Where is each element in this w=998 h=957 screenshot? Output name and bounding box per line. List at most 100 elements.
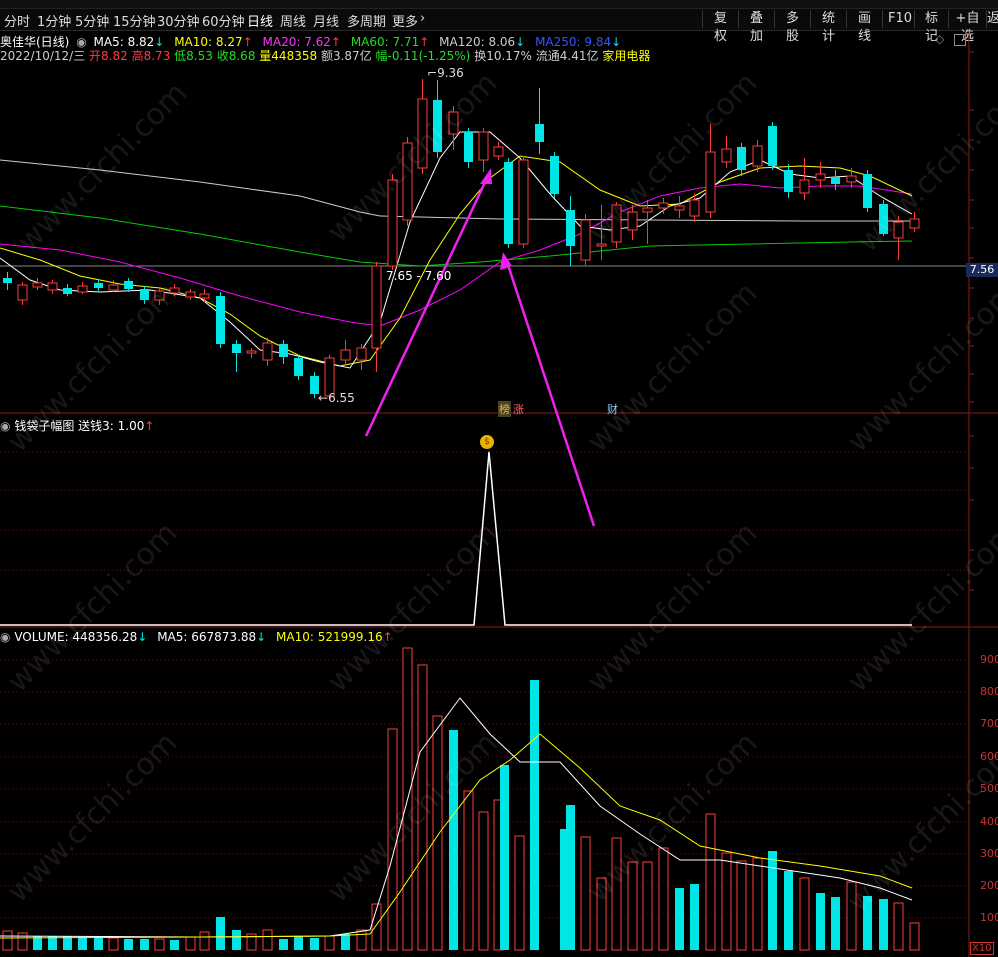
annotation-arrowhead [480, 168, 492, 184]
volume-bar [909, 922, 920, 951]
volume-bar [310, 938, 319, 950]
volume-ma5: MA5: 667873.88 [157, 630, 257, 644]
volume-bar [94, 937, 103, 950]
volume-bar [371, 903, 382, 951]
candle-body [504, 162, 513, 244]
candle-body [550, 156, 559, 194]
candle-body [721, 148, 732, 163]
ma60-line [0, 205, 913, 267]
volume-bar [279, 939, 288, 950]
range-label: 7.65 - 7.60 [386, 269, 452, 283]
arrow-down-icon: ↓ [137, 630, 148, 644]
volume-bar [879, 899, 888, 950]
candle-body [94, 283, 103, 288]
volume-bar [500, 765, 509, 950]
candle-body [279, 344, 288, 357]
candle-body [216, 296, 225, 344]
rise-tag[interactable]: 涨 [513, 401, 524, 417]
candle-body [768, 126, 777, 166]
volume-tick: 900 [980, 653, 998, 666]
candle-body [863, 174, 872, 208]
candle-body [478, 131, 489, 161]
volume-tick: 400 [980, 815, 998, 828]
volume-bar [463, 790, 474, 951]
volume-bar [432, 715, 443, 951]
volume-bar [294, 936, 303, 950]
volume-bar [752, 857, 763, 951]
current-price-tag: 7.56 [966, 263, 998, 277]
candle-body [493, 146, 504, 157]
candle-body [124, 281, 133, 289]
annotation-arrow [505, 261, 596, 527]
ma120-line [0, 159, 910, 222]
candle-body [17, 284, 28, 301]
high-price-label: ⌐9.36 [427, 66, 464, 80]
volume-tick: 800 [980, 685, 998, 698]
candle-body [799, 179, 810, 194]
candle-body [356, 347, 367, 361]
candle-body [831, 177, 840, 184]
volume-tick: 700 [980, 717, 998, 730]
candle-body [3, 278, 12, 283]
volume-bar [108, 937, 119, 951]
volume-bar [690, 884, 699, 950]
candle-body [77, 285, 88, 293]
volume-bar [216, 917, 225, 950]
candle-body [185, 291, 196, 298]
volume-bar [566, 805, 575, 950]
volume-bar [784, 871, 793, 950]
volume-tick: 200 [980, 879, 998, 892]
volume-bar [799, 877, 810, 951]
candle-body [658, 202, 669, 209]
rank-tag[interactable]: 榜 [498, 401, 511, 417]
candle-body [689, 199, 700, 217]
volume-bar [170, 940, 179, 950]
volume-bar [768, 851, 777, 950]
volume-bar [530, 680, 539, 950]
arrow-up-icon: ↑ [144, 419, 155, 433]
candle-body [199, 293, 210, 299]
candle-body [246, 350, 257, 354]
candle-body [535, 124, 544, 142]
volume-bar [124, 939, 133, 950]
volume-bar [736, 860, 747, 951]
candle-body [340, 349, 351, 361]
candle-body [784, 170, 793, 192]
candle-body [566, 210, 575, 246]
candle-body [846, 175, 857, 183]
low-price-label: ←6.55 [318, 391, 355, 405]
candle-body [752, 145, 763, 167]
candle-body [108, 284, 119, 291]
volume-bar [816, 893, 825, 950]
volume-tick: 100 [980, 911, 998, 924]
volume-bar [514, 835, 525, 951]
volume-tick: 300 [980, 847, 998, 860]
volume-bar [199, 931, 210, 951]
volume-bar [154, 938, 165, 951]
volume-bar [185, 936, 196, 951]
candle-body [294, 358, 303, 376]
volume-bar [232, 930, 241, 950]
money-bag-icon: $ [480, 435, 494, 449]
candle-body [674, 205, 685, 211]
candle-body [518, 159, 529, 245]
volume-bar [642, 861, 653, 951]
candle-body [32, 282, 43, 288]
volume-bar [2, 930, 13, 951]
annotation-arrowhead [500, 252, 512, 270]
candle-body [262, 342, 273, 361]
volume-bar [78, 937, 87, 950]
volume-bar [893, 902, 904, 951]
volume-bar [356, 929, 367, 951]
volume-bar [262, 929, 273, 951]
chevron-down-icon[interactable]: ◉ [0, 630, 10, 644]
volume-bar [478, 811, 489, 951]
volume-bar [658, 847, 669, 951]
volume-bar [324, 935, 335, 951]
volume-bar [721, 852, 732, 951]
candle-body [464, 132, 473, 162]
volume-bar [140, 939, 149, 950]
candle-body [47, 282, 58, 291]
volume-bar [831, 897, 840, 950]
volume-bar [675, 888, 684, 950]
